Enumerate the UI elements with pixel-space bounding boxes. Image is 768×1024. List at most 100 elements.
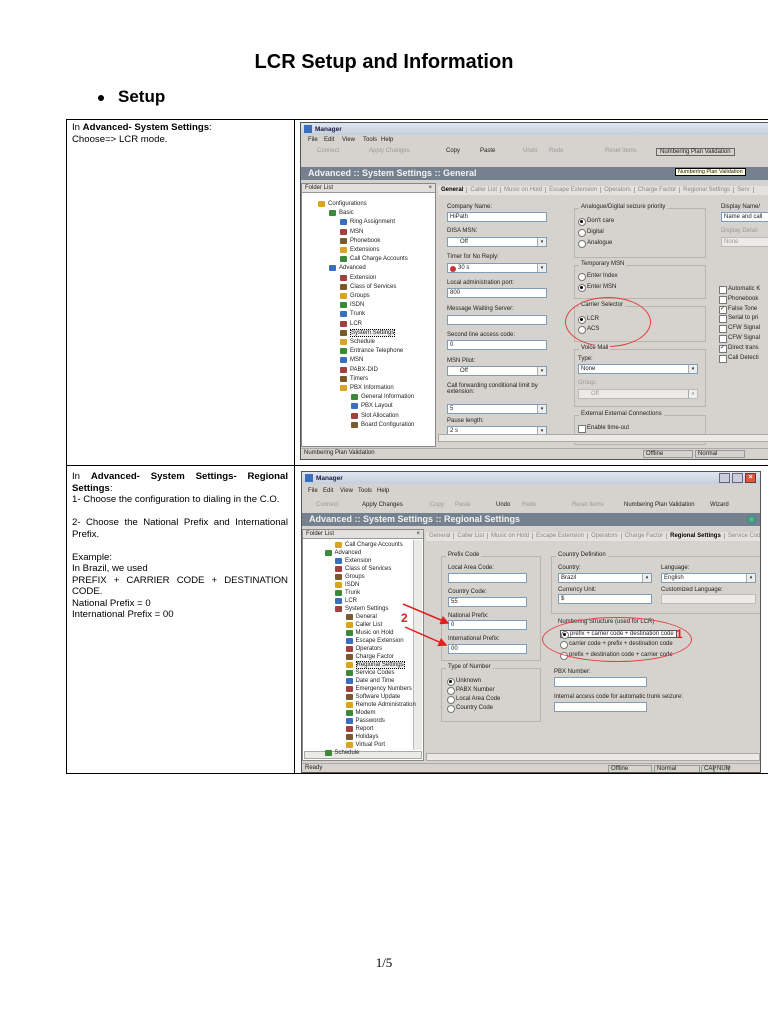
- close-icon[interactable]: ×: [428, 185, 432, 191]
- option-checkbox[interactable]: CFW Signal: [719, 325, 760, 334]
- option-checkbox[interactable]: Serial to pri: [719, 315, 758, 324]
- connect-button[interactable]: Connect: [317, 148, 339, 154]
- tree-item[interactable]: Call Charge Accounts: [340, 255, 408, 263]
- vm-type-select[interactable]: None ▾: [578, 364, 698, 374]
- vm-group-select[interactable]: Off ▾: [578, 389, 698, 399]
- tree-item[interactable]: Basic: [329, 209, 354, 217]
- tree-item[interactable]: Schedule: [340, 338, 375, 346]
- msn-pilot-select[interactable]: Off ▾: [447, 366, 547, 376]
- tree-item[interactable]: MSN: [340, 356, 363, 364]
- dropdown-arrow-icon[interactable]: ▾: [537, 264, 546, 272]
- tree-item[interactable]: PABX-DID: [340, 366, 378, 374]
- tree-item-label: Phonebook: [350, 237, 381, 244]
- settings-tabs: General Caller List Music on Hold Escape Ex…: [438, 186, 768, 195]
- undo-button[interactable]: Undo: [523, 148, 537, 154]
- tree-item[interactable]: General Information: [351, 393, 415, 401]
- option-checkbox[interactable]: False Tone: [719, 305, 757, 314]
- tree-item[interactable]: Advanced: [329, 264, 366, 272]
- group-title: Analogue/Digital seizure priority: [579, 204, 668, 210]
- tree-item[interactable]: Groups: [340, 292, 370, 300]
- tab[interactable]: Operators: [604, 187, 635, 193]
- tree-item-label: Slot Allocation: [361, 412, 399, 419]
- tab[interactable]: Regional Settings: [683, 187, 735, 193]
- display-name-input[interactable]: Name and call: [721, 212, 768, 222]
- folder-list-title: Folder List: [305, 185, 334, 191]
- apply-changes-button[interactable]: Apply Changes: [369, 148, 410, 154]
- menu-view[interactable]: View: [342, 137, 355, 146]
- highlight-ellipse: [565, 297, 651, 347]
- disa-msn-select[interactable]: Off ▾: [447, 237, 547, 247]
- tree-node-icon: [340, 357, 347, 364]
- radio-enter-msn[interactable]: Enter MSN: [578, 284, 616, 292]
- tree-item[interactable]: Entrance Telephone: [340, 347, 403, 355]
- selected-value: Off: [460, 368, 468, 374]
- option-checkbox[interactable]: Phonebook: [719, 295, 758, 304]
- menu-file[interactable]: File: [308, 137, 318, 146]
- tree-item[interactable]: Class of Services: [340, 283, 396, 291]
- option-checkbox[interactable]: CFW Signal: [719, 335, 760, 343]
- tab[interactable]: General: [441, 187, 468, 193]
- redo-button[interactable]: Redo: [549, 148, 563, 154]
- tree-item[interactable]: System Settings: [340, 328, 396, 337]
- radio-analogue[interactable]: Analogue: [578, 240, 612, 248]
- dropdown-arrow-icon[interactable]: ▾: [537, 238, 546, 246]
- tree-item[interactable]: Timers: [340, 375, 368, 383]
- reset-items-button[interactable]: Reset items: [605, 148, 637, 154]
- tooltip: Numbering Plan Validation: [675, 168, 746, 176]
- status-state: Normal: [654, 765, 700, 772]
- tree-item[interactable]: Configurations: [318, 200, 367, 208]
- tree-item[interactable]: ISDN: [340, 301, 364, 309]
- tree-item[interactable]: Extension: [340, 274, 376, 282]
- tree-item-label: General Information: [361, 394, 415, 401]
- option-checkbox[interactable]: Direct trans: [719, 344, 759, 353]
- tree-node-icon: [340, 339, 347, 345]
- mws-input[interactable]: [447, 315, 547, 325]
- timer-no-reply-label: Timer for No Reply:: [447, 254, 499, 260]
- cf-limit-select[interactable]: 5 ▾: [447, 404, 547, 414]
- tab[interactable]: Serv: [737, 187, 754, 193]
- tab[interactable]: Charge Factor: [637, 187, 681, 193]
- horizontal-scrollbar[interactable]: [438, 434, 768, 442]
- tree-node-icon: [340, 385, 347, 391]
- numbering-plan-validation-button[interactable]: Numbering Plan Validation: [656, 148, 735, 156]
- radio-dont-care[interactable]: Don't care: [578, 218, 614, 226]
- dropdown-arrow-icon[interactable]: ▾: [537, 405, 546, 413]
- tree-item[interactable]: LCR: [340, 320, 362, 328]
- menu-edit[interactable]: Edit: [324, 137, 334, 146]
- second-line-input[interactable]: 0: [447, 340, 547, 350]
- status-text: Numbering Plan Validation: [304, 450, 375, 456]
- admin-port-input[interactable]: 800: [447, 288, 547, 298]
- tree-item[interactable]: MSN: [340, 228, 363, 236]
- tree-item[interactable]: PBX Layout: [351, 402, 393, 410]
- dropdown-arrow-icon[interactable]: ▾: [688, 365, 697, 373]
- horizontal-scrollbar[interactable]: [426, 753, 760, 761]
- display-detail-select[interactable]: None: [721, 237, 768, 247]
- enable-timeout-checkbox[interactable]: Enable time-out: [578, 425, 629, 433]
- tab[interactable]: Caller List: [470, 187, 502, 193]
- tree-node-icon: [340, 219, 347, 226]
- menu-tools[interactable]: Tools: [363, 137, 377, 146]
- radio-digital[interactable]: Digital: [578, 229, 604, 237]
- option-checkbox[interactable]: Automatic K: [719, 286, 760, 294]
- copy-button[interactable]: Copy: [446, 148, 460, 154]
- timer-no-reply-select[interactable]: 30 s ▾: [447, 263, 547, 273]
- tree-item[interactable]: Board Configuration: [351, 421, 414, 429]
- tree-item[interactable]: Phonebook: [340, 237, 381, 245]
- tree-item[interactable]: Extensions: [340, 246, 379, 254]
- tab[interactable]: Escape Extension: [549, 187, 602, 193]
- option-checkbox[interactable]: Call Detecti: [719, 354, 759, 363]
- pbx-number-input[interactable]: [554, 677, 647, 687]
- paste-button[interactable]: Paste: [480, 148, 495, 154]
- tree-item[interactable]: Slot Allocation: [351, 412, 399, 420]
- radio-enter-index[interactable]: Enter Index: [578, 273, 618, 281]
- trunk-seizure-code-input[interactable]: [554, 702, 647, 712]
- menu-help[interactable]: Help: [381, 137, 393, 146]
- tree-item[interactable]: Ring Assignment: [340, 218, 395, 226]
- selected-value: 30 s: [458, 265, 470, 271]
- tree-item[interactable]: Trunk: [340, 310, 365, 318]
- company-name-input[interactable]: HiPath: [447, 212, 547, 222]
- dropdown-arrow-icon[interactable]: ▾: [688, 390, 697, 398]
- dropdown-arrow-icon[interactable]: ▾: [537, 367, 546, 375]
- tab[interactable]: Music on Hold: [504, 187, 547, 193]
- tree-item[interactable]: PBX Information: [340, 384, 394, 392]
